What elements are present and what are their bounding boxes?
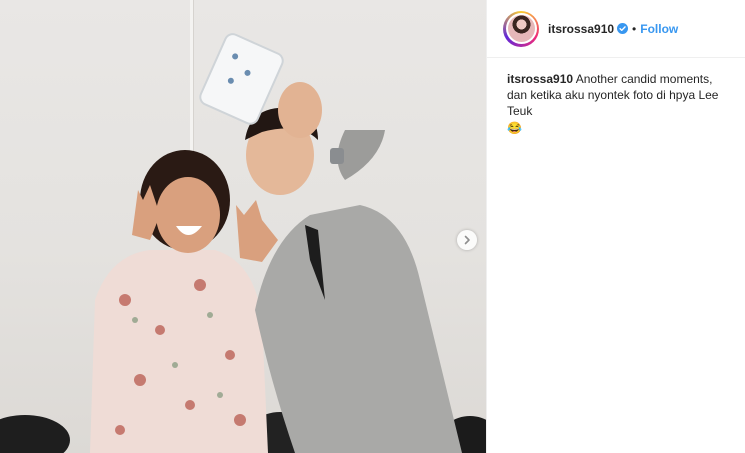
woman-face: [156, 177, 220, 253]
peace-hand-right: [236, 200, 278, 262]
man-suit: [255, 205, 462, 453]
avatar-ring: [505, 13, 537, 44]
follow-button[interactable]: Follow: [640, 22, 678, 36]
separator-dot: •: [632, 21, 637, 36]
caption-username[interactable]: itsrossa910: [507, 72, 573, 86]
chevron-right-icon: [464, 235, 470, 245]
man-arm: [337, 130, 385, 180]
verified-badge-icon: [617, 23, 629, 34]
instagram-post: itsrossa910 • Follow itsrossa910 Another…: [0, 0, 745, 453]
laughing-emoji-icon: 😂: [507, 121, 522, 135]
post-header: itsrossa910 • Follow: [487, 0, 745, 58]
man-hand: [278, 82, 322, 138]
header-username[interactable]: itsrossa910: [548, 22, 614, 36]
post-caption: itsrossa910 Another candid moments, dan …: [487, 58, 745, 136]
post-photo[interactable]: [0, 0, 486, 453]
background-object: [0, 415, 70, 453]
selfie-illustration: [0, 33, 486, 453]
post-sidebar: itsrossa910 • Follow itsrossa910 Another…: [486, 0, 745, 453]
next-photo-button[interactable]: [457, 230, 477, 250]
wristwatch: [330, 148, 344, 164]
avatar[interactable]: [503, 10, 539, 47]
avatar-image: [507, 15, 535, 42]
